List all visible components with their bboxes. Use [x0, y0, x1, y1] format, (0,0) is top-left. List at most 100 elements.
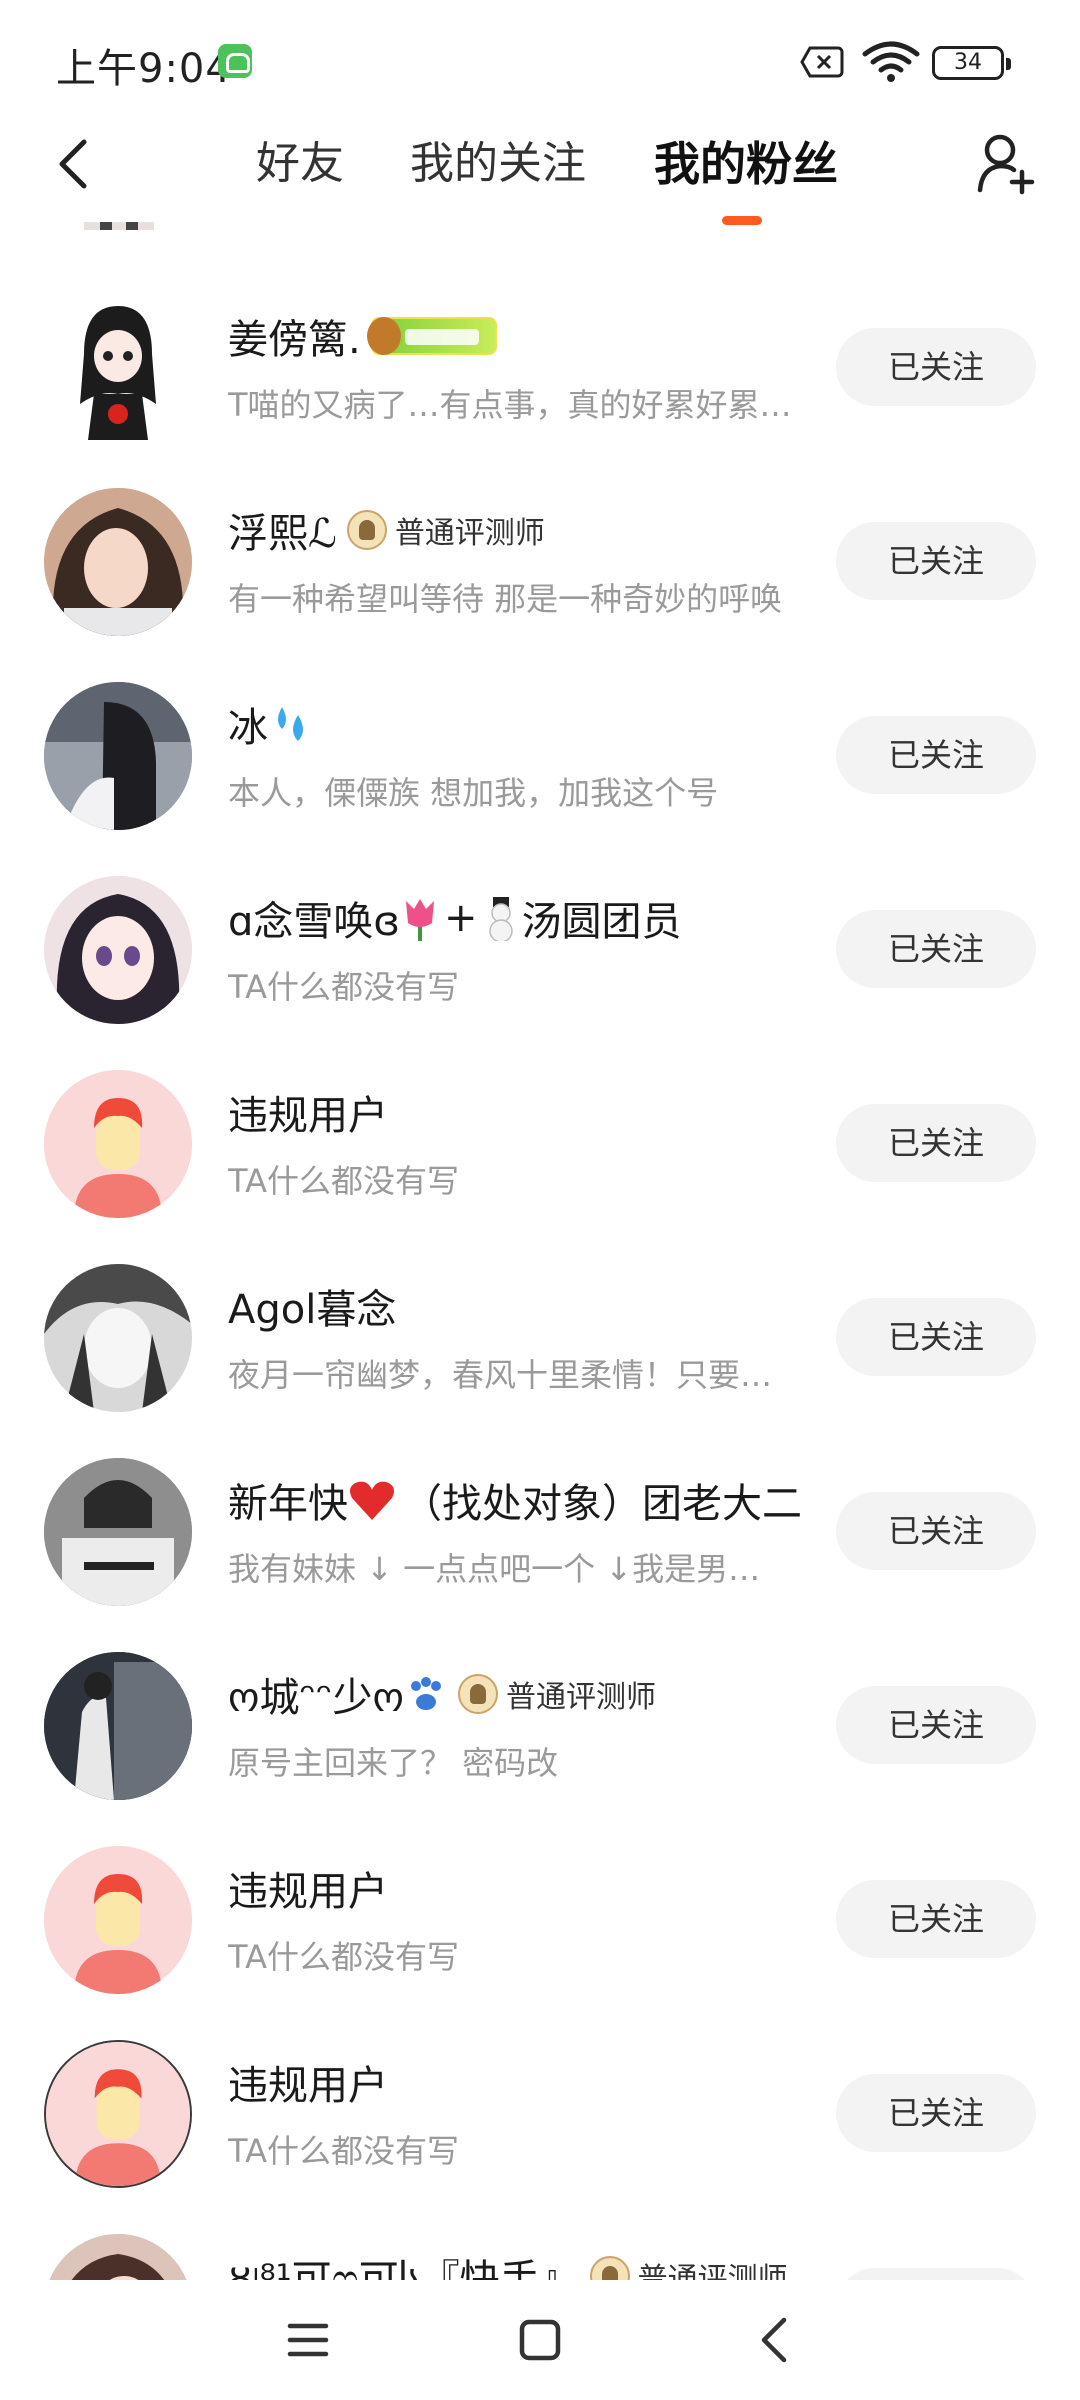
user-name: 冰	[228, 705, 268, 751]
avatar	[44, 876, 192, 1024]
user-name: Agol暮念	[228, 1287, 397, 1333]
tab-fans[interactable]: 我的粉丝	[654, 124, 838, 204]
tulip-icon	[405, 899, 434, 941]
add-user-icon	[977, 134, 1035, 195]
user-bio: 有一种希望叫等待 那是一种奇妙的呼唤	[228, 580, 783, 618]
user-name: 违规用户	[228, 1869, 388, 1915]
user-name-line: 姜傍篱.	[228, 308, 497, 364]
default-avatar-icon	[46, 2042, 190, 2186]
list-item[interactable]: 违规用户 TA什么都没有写 已关注	[0, 1816, 1080, 2010]
list-item[interactable]: ო城ᵔᵔ少ო 普通评测师 原号主回来了？ 密码改 已关注	[0, 1622, 1080, 1816]
user-bio: TA什么都没有写	[228, 968, 459, 1006]
no-sim-icon	[800, 46, 844, 78]
list-item[interactable]: 姜傍篱. T喵的又病了…有点事，真的好累好累… 已关注	[0, 264, 1080, 458]
followed-button[interactable]: 已关注	[836, 1104, 1036, 1182]
list-item[interactable]: 违规用户 TA什么都没有写 已关注	[0, 1040, 1080, 1234]
default-avatar-icon	[44, 1846, 192, 1994]
followed-button[interactable]: 已关注	[836, 522, 1036, 600]
status-bar: 上午9:04 34	[0, 0, 1080, 124]
avatar	[44, 294, 192, 442]
user-bio: TA什么都没有写	[228, 2132, 459, 2170]
system-nav-bar	[0, 2280, 1080, 2400]
followed-button[interactable]: 已关注	[836, 1880, 1036, 1958]
reviewer-badge-label: 普通评测师	[394, 516, 545, 551]
avatar	[44, 1070, 192, 1218]
user-bio: 本人，傈僳族 想加我，加我这个号	[228, 774, 719, 812]
followed-button[interactable]: 已关注	[836, 2268, 1036, 2280]
tab-bar: 好友 我的关注 我的粉丝	[0, 124, 1080, 225]
user-bio: T喵的又病了…有点事，真的好累好累…	[228, 386, 792, 424]
name-plus-sign: +	[443, 895, 478, 941]
followed-button[interactable]: 已关注	[836, 1492, 1036, 1570]
user-name: ო城ᵔᵔ少ო	[228, 1675, 404, 1721]
user-name-line: 违规用户	[228, 2054, 388, 2110]
user-bio: 夜月一帘幽梦，春风十里柔情！只要…	[228, 1356, 773, 1394]
avatar	[44, 1264, 192, 1412]
followed-button[interactable]: 已关注	[836, 1298, 1036, 1376]
followed-button[interactable]: 已关注	[836, 1686, 1036, 1764]
followed-button[interactable]: 已关注	[836, 716, 1036, 794]
heart-icon	[350, 1481, 394, 1520]
user-name-line: ȣᵎ⁸¹可ෆ可ს『快手』 普通评测师	[228, 2248, 788, 2280]
paw-prints-icon	[410, 1677, 441, 1710]
user-name-suffix: （找处对象）团老大二	[402, 1481, 802, 1527]
fans-list[interactable]: 姜傍篱. T喵的又病了…有点事，真的好累好累… 已关注 浮熙ℒ 普通评测师 有一…	[0, 222, 1080, 2280]
followed-button[interactable]: 已关注	[836, 328, 1036, 406]
avatar	[44, 682, 192, 830]
user-name-line: 违规用户	[228, 1084, 388, 1140]
recent-apps-button[interactable]	[278, 2310, 338, 2370]
avatar	[44, 1652, 192, 1800]
avatar	[44, 2040, 192, 2188]
fan-club-badge	[366, 317, 497, 355]
user-name-line: 违规用户	[228, 1860, 388, 1916]
user-name: 违规用户	[228, 1093, 388, 1139]
list-item[interactable]: 冰 本人，傈僳族 想加我，加我这个号 已关注	[0, 652, 1080, 846]
user-bio: TA什么都没有写	[228, 1938, 459, 1976]
user-bio: 我有妹妹 ↓ 一点点吧一个 ↓我是男…	[228, 1550, 761, 1588]
avatar	[44, 2234, 192, 2280]
list-item[interactable]: 新年快 （找处对象）团老大二 我有妹妹 ↓ 一点点吧一个 ↓我是男… 已关注	[0, 1428, 1080, 1622]
list-item[interactable]: ȣᵎ⁸¹可ෆ可ს『快手』 普通评测师 已关注	[0, 2204, 1080, 2280]
user-name: ɑ念雪唤ɞ	[228, 899, 400, 945]
avatar	[44, 222, 192, 230]
user-name-line: ო城ᵔᵔ少ო 普通评测师	[228, 1666, 656, 1722]
reviewer-badge-label: 普通评测师	[505, 1680, 656, 1715]
back-arrow-icon	[761, 2317, 787, 2363]
avatar	[44, 1458, 192, 1606]
reviewer-badge-label: 普通评测师	[637, 2262, 788, 2280]
reviewer-badge-icon	[589, 2256, 630, 2280]
user-name-line: Agol暮念	[228, 1278, 396, 1334]
followed-button[interactable]: 已关注	[836, 910, 1036, 988]
system-back-button[interactable]	[744, 2310, 804, 2370]
user-name: 姜傍篱.	[228, 317, 361, 363]
user-name: 违规用户	[228, 2063, 388, 2109]
list-item[interactable]: 违规用户 TA什么都没有写 已关注	[0, 2010, 1080, 2204]
tab-friends[interactable]: 好友	[256, 124, 344, 204]
menu-icon	[287, 2323, 329, 2357]
top-nav-bar: 好友 我的关注 我的粉丝	[0, 124, 1080, 234]
app-screen: 上午9:04 34 好友 我的关注 我的粉丝 姜傍篱. T喵的又病了…有点事，真…	[0, 0, 1080, 2400]
user-name-line: 新年快 （找处对象）团老大二	[228, 1472, 802, 1528]
notification-app-icon	[218, 44, 252, 78]
user-name: ȣᵎ⁸¹可ෆ可ს『快手』	[228, 2257, 580, 2280]
list-item[interactable]: ɑ念雪唤ɞ + 汤圆团员 TA什么都没有写 已关注	[0, 846, 1080, 1040]
battery-icon: 34	[932, 46, 1011, 80]
followed-button[interactable]: 已关注	[836, 2074, 1036, 2152]
default-avatar-icon	[44, 1070, 192, 1218]
reviewer-badge-icon	[346, 510, 387, 550]
list-item[interactable]	[0, 222, 1080, 246]
tab-following[interactable]: 我的关注	[410, 124, 586, 204]
wifi-icon	[862, 41, 920, 82]
list-item[interactable]: Agol暮念 夜月一帘幽梦，春风十里柔情！只要… 已关注	[0, 1234, 1080, 1428]
home-button[interactable]	[510, 2310, 570, 2370]
user-name-line: ɑ念雪唤ɞ + 汤圆团员	[228, 890, 681, 946]
user-name-line: 浮熙ℒ 普通评测师	[228, 502, 545, 558]
list-item[interactable]: 浮熙ℒ 普通评测师 有一种希望叫等待 那是一种奇妙的呼唤 已关注	[0, 458, 1080, 652]
square-home-icon	[519, 2319, 561, 2361]
user-name: 浮熙ℒ	[228, 511, 337, 557]
add-friend-button[interactable]	[966, 124, 1046, 204]
user-name: 新年快	[228, 1481, 348, 1527]
sweat-droplets-icon	[278, 707, 303, 741]
snowman-icon	[489, 897, 514, 941]
user-bio: 原号主回来了？ 密码改	[228, 1744, 559, 1782]
